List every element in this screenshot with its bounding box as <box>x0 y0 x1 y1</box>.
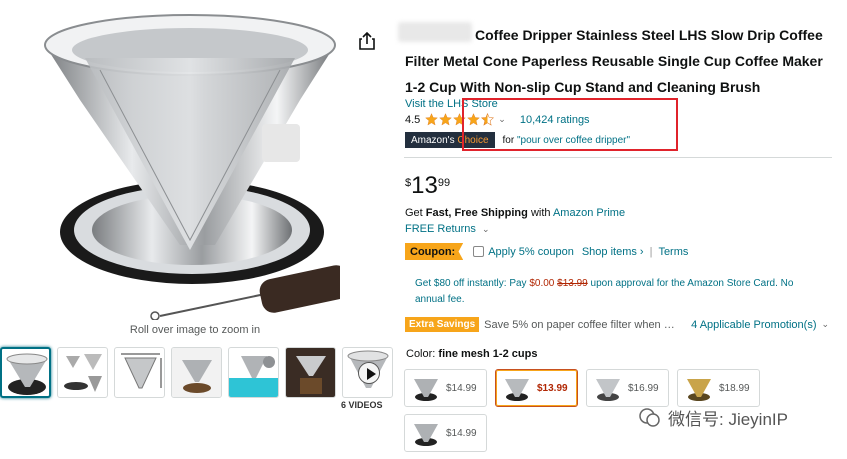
extra-savings-text: Save 5% on paper coffee filter when … <box>484 318 675 331</box>
store-card-prefix: Get $80 off instantly: Pay <box>415 278 527 289</box>
swatch-option-1[interactable]: $14.99 <box>404 369 487 407</box>
swatch-price: $13.99 <box>537 382 568 394</box>
thumbnail-5[interactable] <box>228 347 279 398</box>
thumbnail-4[interactable] <box>171 347 222 398</box>
wechat-icon <box>639 407 660 427</box>
videos-count-label[interactable]: 6 VIDEOS <box>341 400 383 410</box>
product-title: Coffee Dripper Stainless Steel LHS Slow … <box>405 27 823 95</box>
video-thumbnail[interactable] <box>342 347 393 398</box>
swatch-price: $18.99 <box>719 382 750 394</box>
shipping-with: with <box>530 207 551 219</box>
rating-value: 4.5 <box>405 113 421 126</box>
store-card-original: $13.99 <box>557 278 588 289</box>
color-selection-label: Color: fine mesh 1-2 cups <box>406 348 537 360</box>
swatch-dripper-image <box>414 424 438 446</box>
shop-items-link[interactable]: Shop items › <box>582 246 644 258</box>
swatch-gold-dripper-image <box>687 379 711 401</box>
color-label: Color: <box>406 348 436 360</box>
swatch-dripper-image <box>414 379 438 401</box>
thumbnail-2[interactable] <box>57 347 108 398</box>
badge-amazons-text: Amazon's <box>411 134 455 146</box>
swatch-option-5[interactable]: $14.99 <box>404 414 487 452</box>
watermark-text: 微信号: JieyinIP <box>668 410 788 429</box>
free-returns-link[interactable]: FREE Returns ⌄ <box>405 223 490 235</box>
dimensions-thumbnail-image <box>121 353 162 389</box>
price-fraction: 99 <box>437 177 451 189</box>
swatch-option-2[interactable]: $13.99 <box>495 369 578 407</box>
section-divider <box>404 157 832 158</box>
pour-thumbnail-image <box>172 348 221 397</box>
shipping-get: Get <box>405 207 423 219</box>
thumbnail-strip <box>0 347 393 398</box>
color-value: fine mesh 1-2 cups <box>438 348 538 360</box>
extra-savings-row: Extra Savings Save 5% on paper coffee fi… <box>405 317 835 332</box>
thumbnail-6[interactable] <box>285 347 336 398</box>
chevron-down-icon: ⌄ <box>481 224 490 234</box>
wechat-watermark: 微信号: JieyinIP <box>638 405 788 430</box>
store-card-offer[interactable]: Get $80 off instantly: Pay $0.00 $13.99 … <box>415 276 825 308</box>
applicable-promotions-link[interactable]: 4 Applicable Promotion(s) <box>691 319 816 331</box>
extra-savings-badge: Extra Savings <box>405 317 480 332</box>
coupon-row: Coupon: Apply 5% coupon Shop items › | T… <box>405 243 688 260</box>
usage-thumbnail-image <box>286 348 335 397</box>
swatch-option-3[interactable]: $16.99 <box>586 369 669 407</box>
zoom-hint: Roll over image to zoom in <box>129 324 261 336</box>
coupon-terms-link[interactable]: Terms <box>658 246 688 258</box>
store-card-pay: $0.00 <box>529 278 555 289</box>
shipping-fast: Fast, Free Shipping <box>425 207 528 219</box>
swatch-dripper-image <box>596 379 620 401</box>
swatch-price: $14.99 <box>446 427 477 439</box>
swatch-price: $14.99 <box>446 382 477 394</box>
swatch-price: $16.99 <box>628 382 659 394</box>
coupon-checkbox[interactable] <box>473 246 485 257</box>
amazon-prime-link[interactable]: Amazon Prime <box>553 207 625 219</box>
thumbnail-3[interactable] <box>114 347 165 398</box>
coupon-badge: Coupon: <box>405 243 464 260</box>
swatch-option-4[interactable]: $18.99 <box>677 369 760 407</box>
shipping-info: Get Fast, Free Shipping with Amazon Prim… <box>405 207 625 219</box>
chevron-down-icon[interactable]: ⌄ <box>822 319 830 330</box>
play-icon <box>358 362 380 384</box>
thumbnail-1[interactable] <box>0 347 51 398</box>
coupon-separator: | <box>649 245 653 258</box>
dripper-thumbnail-image <box>6 353 48 395</box>
star-full-icon <box>439 113 453 126</box>
price: $ 13 99 <box>405 174 450 198</box>
annotation-highlight-box <box>462 98 678 151</box>
apply-coupon-label[interactable]: Apply 5% coupon <box>488 246 574 258</box>
main-product-image[interactable] <box>40 10 351 321</box>
star-full-icon <box>425 113 439 126</box>
diagram-thumbnail-image <box>64 354 102 392</box>
features-thumbnail-image <box>229 356 278 397</box>
share-icon <box>359 32 375 50</box>
price-whole: 13 <box>411 172 438 199</box>
free-returns-label: FREE Returns <box>405 223 476 235</box>
share-button[interactable] <box>354 28 380 54</box>
swatch-dripper-image <box>505 379 529 401</box>
